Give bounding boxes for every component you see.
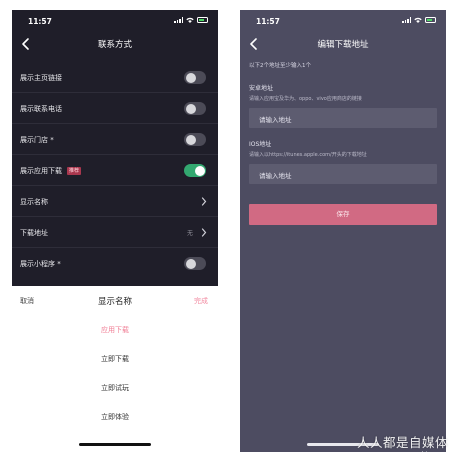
- save-button[interactable]: 保存: [249, 204, 437, 225]
- address-hint: 以下2个地址至少输入1个: [249, 63, 311, 69]
- android-address-placeholder: 请输入地址: [259, 116, 292, 124]
- setting-row-show-phone: 展示联系电话: [12, 93, 218, 124]
- settings-list: 展示主页链接 展示联系电话 展示门店 * 展示应用下载推荐 显示名称 下载地址: [12, 62, 218, 279]
- show-store-toggle[interactable]: [184, 133, 206, 146]
- home-indicator: [307, 443, 379, 446]
- display-name-picker-sheet: 取消 显示名称 完成 应用下载 立即下载 立即试玩 立即体验: [12, 286, 218, 452]
- setting-label: 展示小程序 *: [20, 260, 61, 268]
- ios-address-label: IOS地址: [249, 141, 272, 148]
- status-time: 11:57: [256, 17, 280, 26]
- download-address-value: 无: [186, 230, 193, 237]
- setting-label: 展示门店 *: [20, 136, 54, 144]
- ios-address-placeholder: 请输入地址: [259, 172, 292, 180]
- setting-row-download-address[interactable]: 下载地址 无: [12, 217, 218, 248]
- status-time: 11:57: [28, 17, 52, 26]
- status-bar: 11:57: [12, 10, 218, 32]
- navigation-bar: 编辑下载地址: [240, 32, 446, 58]
- setting-label: 显示名称: [20, 198, 48, 206]
- setting-row-display-name[interactable]: 显示名称: [12, 186, 218, 217]
- contact-settings-panel: 11:57 联系方式 展示主页链接 展示联系电话 展示门店 * 展示应用下载 推…: [12, 10, 218, 286]
- status-bar: 11:57: [240, 10, 446, 32]
- page-title: 编辑下载地址: [317, 40, 369, 50]
- chevron-right-icon: [201, 197, 207, 206]
- picker-options: 应用下载 立即下载 立即试玩 立即体验: [12, 316, 218, 432]
- picker-option[interactable]: 立即体验: [12, 403, 218, 432]
- show-mini-program-toggle[interactable]: [184, 257, 206, 270]
- picker-cancel-button[interactable]: 取消: [20, 296, 34, 306]
- chevron-right-icon: [201, 228, 207, 237]
- setting-label-with-badge: 展示应用下载 推荐: [20, 166, 82, 176]
- recommend-badge: 推荐: [67, 167, 82, 175]
- navigation-bar: 联系方式: [12, 32, 218, 58]
- watermark-url: www.woshipm.cn: [391, 451, 448, 458]
- status-icons: [402, 17, 436, 23]
- ios-address-description: 请输入以https://itunes.apple.com/开头的下载地址: [249, 152, 367, 158]
- show-app-download-toggle[interactable]: [184, 164, 206, 177]
- home-indicator: [79, 443, 151, 446]
- picker-done-button[interactable]: 完成: [194, 296, 208, 306]
- left-phone-screen: 11:57 联系方式 展示主页链接 展示联系电话 展示门店 * 展示应用下载 推…: [12, 10, 218, 452]
- setting-row-show-store: 展示门店 *: [12, 124, 218, 155]
- status-icons: [174, 17, 208, 23]
- android-address-label: 安卓地址: [249, 85, 274, 92]
- show-phone-toggle[interactable]: [184, 102, 206, 115]
- battery-icon: [425, 17, 436, 23]
- android-address-description: 请输入应用宝及华为、oppo、vivo应用商店的链接: [249, 96, 362, 102]
- setting-row-show-app-download: 展示应用下载 推荐: [12, 155, 218, 186]
- wifi-icon: [186, 17, 194, 23]
- picker-option[interactable]: 应用下载: [12, 316, 218, 345]
- setting-label: 展示主页链接: [20, 74, 62, 82]
- setting-label-text: 展示应用下载: [20, 167, 62, 175]
- picker-title: 显示名称: [97, 297, 132, 307]
- right-phone-screen: 11:57 编辑下载地址 以下2个地址至少输入1个 安卓地址 请输入应用宝及华为…: [240, 10, 446, 452]
- wifi-icon: [414, 17, 422, 23]
- setting-label: 下载地址: [20, 229, 48, 237]
- picker-option[interactable]: 立即试玩: [12, 374, 218, 403]
- battery-icon: [197, 17, 208, 23]
- show-homepage-link-toggle[interactable]: [184, 71, 206, 84]
- picker-option[interactable]: 立即下载: [12, 345, 218, 374]
- page-title: 联系方式: [97, 40, 132, 50]
- ios-address-input[interactable]: 请输入地址: [249, 164, 437, 184]
- setting-label: 展示联系电话: [20, 105, 62, 113]
- setting-row-show-homepage-link: 展示主页链接: [12, 62, 218, 93]
- cellular-signal-icon: [174, 17, 183, 23]
- setting-row-show-mini-program: 展示小程序 *: [12, 248, 218, 279]
- android-address-input[interactable]: 请输入地址: [249, 108, 437, 128]
- cellular-signal-icon: [402, 17, 411, 23]
